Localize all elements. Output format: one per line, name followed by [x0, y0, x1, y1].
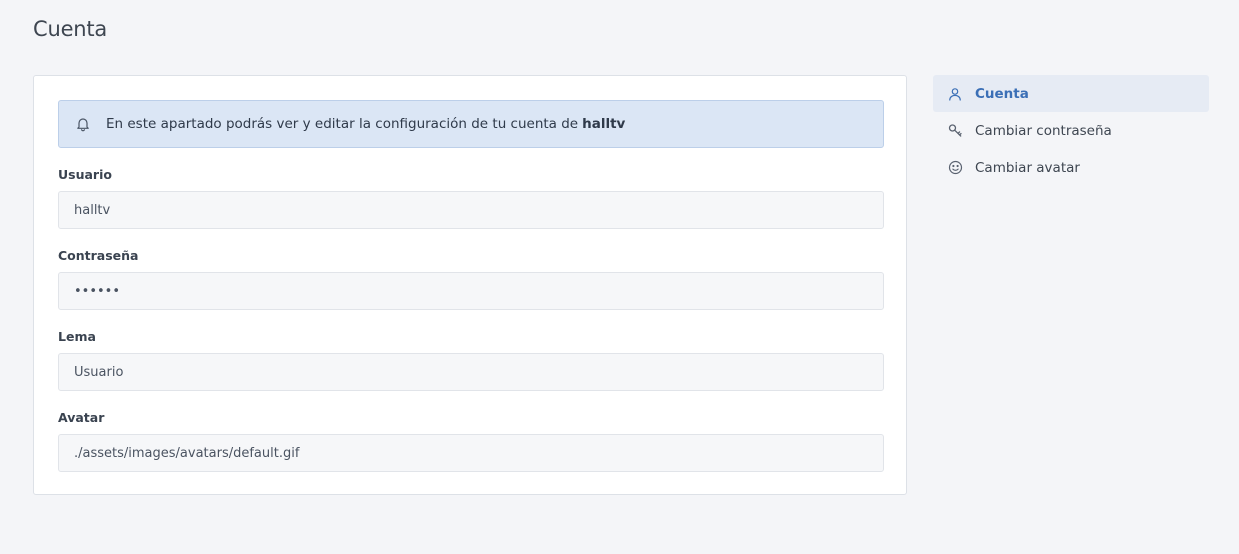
account-sidebar: Cuenta Cambiar contraseña Cambiar avatar	[933, 75, 1209, 186]
sidebar-item-account[interactable]: Cuenta	[933, 75, 1209, 112]
sidebar-item-label: Cuenta	[975, 85, 1029, 102]
sidebar-item-label: Cambiar contraseña	[975, 122, 1112, 139]
password-label: Contraseña	[58, 248, 139, 263]
info-alert: En este apartado podrás ver y editar la …	[58, 100, 884, 148]
motto-field[interactable]	[58, 353, 884, 391]
motto-label: Lema	[58, 329, 96, 344]
page-title: Cuenta	[33, 17, 108, 41]
account-card: En este apartado podrás ver y editar la …	[33, 75, 907, 495]
user-icon	[947, 86, 963, 102]
username-label: Usuario	[58, 167, 112, 182]
key-icon	[947, 123, 963, 139]
bell-icon	[75, 116, 91, 132]
avatar-label: Avatar	[58, 410, 105, 425]
avatar-field[interactable]	[58, 434, 884, 472]
username-field[interactable]	[58, 191, 884, 229]
smiley-icon	[947, 160, 963, 176]
alert-text: En este apartado podrás ver y editar la …	[106, 116, 579, 132]
sidebar-item-change-avatar[interactable]: Cambiar avatar	[933, 149, 1209, 186]
sidebar-item-change-password[interactable]: Cambiar contraseña	[933, 112, 1209, 149]
password-field[interactable]	[58, 272, 884, 310]
sidebar-item-label: Cambiar avatar	[975, 159, 1080, 176]
alert-username: halltv	[582, 116, 626, 132]
